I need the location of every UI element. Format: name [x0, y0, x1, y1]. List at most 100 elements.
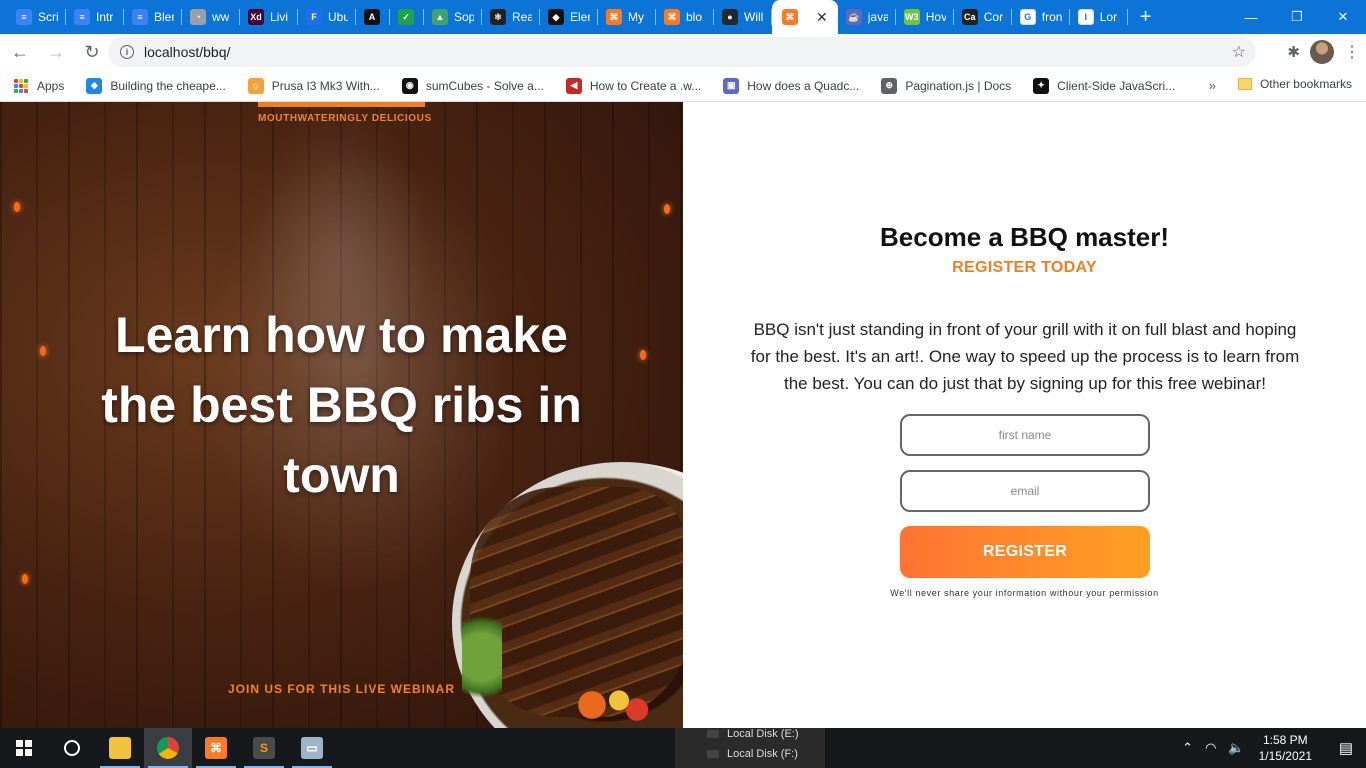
- tab-title: Livi: [270, 10, 289, 24]
- browser-tab[interactable]: A: [356, 0, 390, 34]
- tab-title: Sop: [454, 10, 474, 24]
- back-arrow-icon: ←: [11, 41, 29, 62]
- close-tab-icon[interactable]: ✕: [816, 9, 828, 26]
- bookmark-label: Building the cheape...: [110, 78, 226, 93]
- drive-item[interactable]: Local Disk (F:): [727, 748, 825, 768]
- speaker-icon[interactable]: 🔈: [1228, 740, 1244, 756]
- extensions-puzzle-icon[interactable]: ✱: [1287, 43, 1300, 61]
- chrome-taskbar-app[interactable]: [144, 728, 192, 768]
- hero-tagline: MOUTHWATERINGLY DELICIOUS: [258, 113, 432, 124]
- tab-title: Rea: [512, 10, 532, 24]
- file-explorer-taskbar-app[interactable]: [96, 728, 144, 768]
- browser-tab[interactable]: Ca Cor: [954, 0, 1012, 34]
- register-button[interactable]: REGISTER: [900, 526, 1150, 578]
- forward-button[interactable]: →: [40, 36, 72, 68]
- browser-tab[interactable]: ☕ java: [838, 0, 896, 34]
- bookmark-item[interactable]: ✦ Client-Side JavaScri...: [1033, 77, 1176, 94]
- tab-favicon-icon: ⚛: [490, 9, 506, 25]
- notification-center-icon[interactable]: ▤: [1326, 728, 1366, 768]
- bookmark-item[interactable]: ◆ Building the cheape...: [86, 77, 226, 94]
- bookmark-label: Client-Side JavaScri...: [1057, 78, 1176, 93]
- site-info-icon[interactable]: i: [120, 45, 134, 59]
- tab-favicon-icon: ⌘: [782, 9, 798, 25]
- headline-bold: the best BBQ ribs: [101, 377, 524, 433]
- wifi-icon[interactable]: ◠: [1205, 740, 1216, 756]
- bookmark-item[interactable]: ◉ sumCubes - Solve a...: [401, 77, 544, 94]
- reload-button[interactable]: ↻: [76, 36, 108, 68]
- tab-favicon-icon: I: [1077, 9, 1094, 25]
- other-bookmarks[interactable]: Other bookmarks: [1237, 77, 1352, 91]
- close-window-button[interactable]: ✕: [1320, 0, 1366, 34]
- monitor-icon: ▭: [301, 737, 323, 759]
- bookmarks-overflow-icon[interactable]: »: [1209, 78, 1216, 93]
- taskbar-clock[interactable]: 1:58 PM 1/15/2021: [1259, 732, 1312, 764]
- address-bar[interactable]: i localhost/bbq/ ☆: [108, 37, 1256, 67]
- browser-tab[interactable]: ≡ Bler: [124, 0, 182, 34]
- xampp-taskbar-app[interactable]: ⌘: [192, 728, 240, 768]
- tab-favicon-icon: Ca: [961, 9, 978, 25]
- register-title: Become a BBQ master!: [880, 222, 1169, 252]
- cortana-search-button[interactable]: [48, 728, 96, 768]
- minimize-button[interactable]: —: [1228, 0, 1274, 34]
- tab-favicon-icon: F: [306, 9, 322, 25]
- bookmark-item[interactable]: ◀ How to Create a .w...: [565, 77, 701, 94]
- tab-title: Intr: [96, 10, 114, 24]
- browser-tab[interactable]: ◆ Eler: [540, 0, 598, 34]
- browser-tab[interactable]: ⚛ Rea: [482, 0, 540, 34]
- first-name-input[interactable]: [900, 414, 1150, 456]
- email-input[interactable]: [900, 470, 1150, 512]
- bookmark-item[interactable]: ▣ How does a Quadc...: [723, 77, 859, 94]
- ember-decoration: [22, 574, 28, 584]
- browser-tab[interactable]: I Lor: [1070, 0, 1128, 34]
- address-url[interactable]: localhost/bbq/: [144, 44, 230, 60]
- new-tab-button[interactable]: +: [1128, 0, 1164, 34]
- bookmark-item[interactable]: ⊕ Pagination.js | Docs: [881, 77, 1011, 94]
- ember-decoration: [14, 202, 20, 212]
- bookmark-star-icon[interactable]: ☆: [1232, 42, 1246, 62]
- forward-arrow-icon: →: [47, 41, 65, 62]
- hero-section: MOUTHWATERINGLY DELICIOUS Learn how to m…: [0, 102, 683, 728]
- browser-menu-icon[interactable]: ⋮: [1344, 42, 1360, 62]
- bookmark-item[interactable]: ☺ Prusa I3 Mk3 With...: [247, 77, 380, 94]
- tab-favicon-icon: A: [364, 9, 380, 25]
- explorer-peek: Local Disk (E:) Local Disk (F:): [675, 728, 825, 768]
- bookmark-favicon-icon: ✦: [1033, 77, 1050, 94]
- browser-tab[interactable]: ◔ ww: [182, 0, 240, 34]
- profile-avatar[interactable]: [1310, 40, 1334, 64]
- headline-line-1: Learn how to make: [115, 307, 568, 363]
- drive-item[interactable]: Local Disk (E:): [727, 728, 825, 748]
- folder-icon: [109, 737, 131, 759]
- browser-tab-active[interactable]: ⌘ ✕: [772, 0, 838, 34]
- tab-strip: ≡ Scri ≡ Intr ≡ Bler ◔ ww Xd Livi F Ubu A ✓ ▲ Sop ⚛ Rea ◆ E…: [0, 0, 1366, 34]
- bookmark-label: Apps: [37, 78, 65, 93]
- chevron-up-icon[interactable]: ⌃: [1182, 740, 1193, 756]
- tab-title: fron: [1041, 10, 1062, 24]
- browser-tab[interactable]: Xd Livi: [240, 0, 298, 34]
- web-page: MOUTHWATERINGLY DELICIOUS Learn how to m…: [0, 102, 1366, 728]
- browser-tab[interactable]: ⌘ My: [598, 0, 656, 34]
- tab-favicon-icon: ≡: [132, 9, 148, 25]
- browser-tab[interactable]: ✓: [390, 0, 424, 34]
- browser-tab[interactable]: ≡ Intr: [66, 0, 124, 34]
- browser-tab[interactable]: F Ubu: [298, 0, 356, 34]
- register-subtitle: REGISTER TODAY: [952, 259, 1097, 276]
- tab-favicon-icon: ▲: [432, 9, 448, 25]
- start-button[interactable]: [0, 728, 48, 768]
- xampp-icon: ⌘: [205, 737, 227, 759]
- browser-tab[interactable]: W3 Hov: [896, 0, 954, 34]
- browser-tab[interactable]: ⌘ blo: [656, 0, 714, 34]
- browser-tab[interactable]: ≡ Scri: [8, 0, 66, 34]
- sublime-icon: S: [253, 737, 275, 759]
- browser-tab[interactable]: ● Will: [714, 0, 772, 34]
- back-button[interactable]: ←: [4, 36, 36, 68]
- remote-desktop-taskbar-app[interactable]: ▭: [288, 728, 336, 768]
- bookmark-label: Prusa I3 Mk3 With...: [271, 78, 380, 93]
- browser-tab[interactable]: Gfron: [1012, 0, 1070, 34]
- tab-favicon-icon: ≡: [16, 9, 32, 25]
- sublime-taskbar-app[interactable]: S: [240, 728, 288, 768]
- other-bookmarks-label: Other bookmarks: [1259, 77, 1352, 91]
- browser-tab[interactable]: ▲ Sop: [424, 0, 482, 34]
- register-description: BBQ isn't just standing in front of your…: [750, 320, 1300, 393]
- restore-button[interactable]: ❐: [1274, 0, 1320, 34]
- apps-shortcut[interactable]: Apps: [14, 78, 65, 93]
